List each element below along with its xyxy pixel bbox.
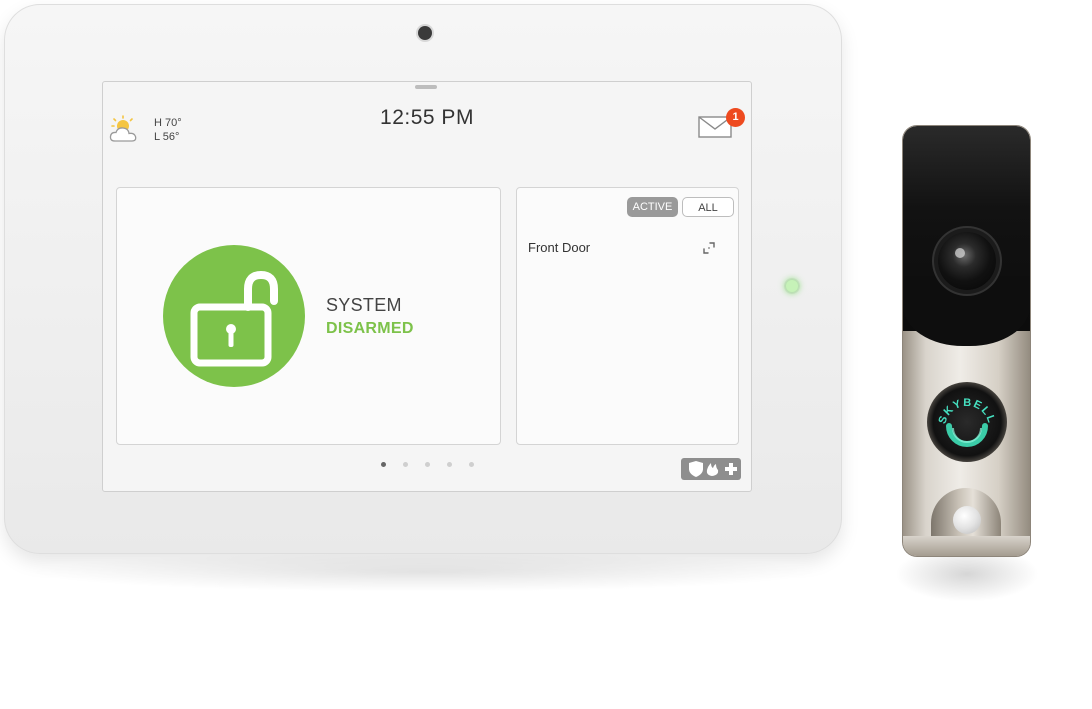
video-doorbell-device: SKYBELL (903, 126, 1030, 556)
panel-camera (418, 26, 432, 40)
unlocked-padlock-icon (190, 270, 278, 367)
panel-status-led (786, 280, 798, 292)
page-indicator[interactable] (377, 462, 477, 470)
lens-glint (955, 248, 965, 258)
filter-active-button[interactable]: ACTIVE (627, 197, 678, 217)
arming-state: DISARMED (326, 320, 414, 337)
page-dot-2[interactable] (403, 462, 408, 467)
page-dot-5[interactable] (469, 462, 474, 467)
security-panel-device: H 70° L 56° 12:55 PM 1 SYSTEM DISARMED A… (4, 4, 842, 554)
doorbell-brand-text: SKYBELL (936, 397, 996, 426)
doorbell-camera-lens (938, 232, 996, 290)
doorbell-bottom-cap (903, 536, 1030, 556)
medical-cross-icon (725, 463, 737, 475)
emergency-button[interactable] (681, 458, 741, 480)
doorbell-button[interactable]: SKYBELL (927, 382, 1007, 462)
security-status-card[interactable]: SYSTEM DISARMED (116, 187, 501, 445)
clock: 12:55 PM (380, 106, 474, 129)
motion-sensor-icon (953, 506, 981, 534)
panel-screen: H 70° L 56° 12:55 PM 1 SYSTEM DISARMED A… (102, 81, 752, 492)
filter-all-button[interactable]: ALL (682, 197, 734, 217)
weather-low: L 56° (154, 131, 180, 143)
svg-text:SKYBELL: SKYBELL (936, 397, 997, 426)
page-dot-3[interactable] (425, 462, 430, 467)
page-dot-1[interactable] (381, 462, 386, 467)
shield-icon (689, 461, 703, 477)
fire-icon (706, 463, 719, 476)
sensors-card: ACTIVE ALL Front Door (516, 187, 739, 445)
door-open-icon (703, 242, 715, 254)
system-label: SYSTEM (326, 295, 402, 315)
weather-high: H 70° (154, 117, 182, 129)
arm-disarm-button[interactable] (163, 245, 305, 387)
page-dot-4[interactable] (447, 462, 452, 467)
panel-shadow (24, 552, 824, 592)
unread-badge: 1 (726, 108, 745, 127)
sensor-name: Front Door (528, 240, 591, 255)
pull-down-handle[interactable] (415, 85, 437, 89)
sensor-row[interactable]: Front Door (528, 240, 728, 258)
weather-widget[interactable]: H 70° L 56° (109, 113, 199, 147)
partly-cloudy-icon (109, 115, 137, 142)
